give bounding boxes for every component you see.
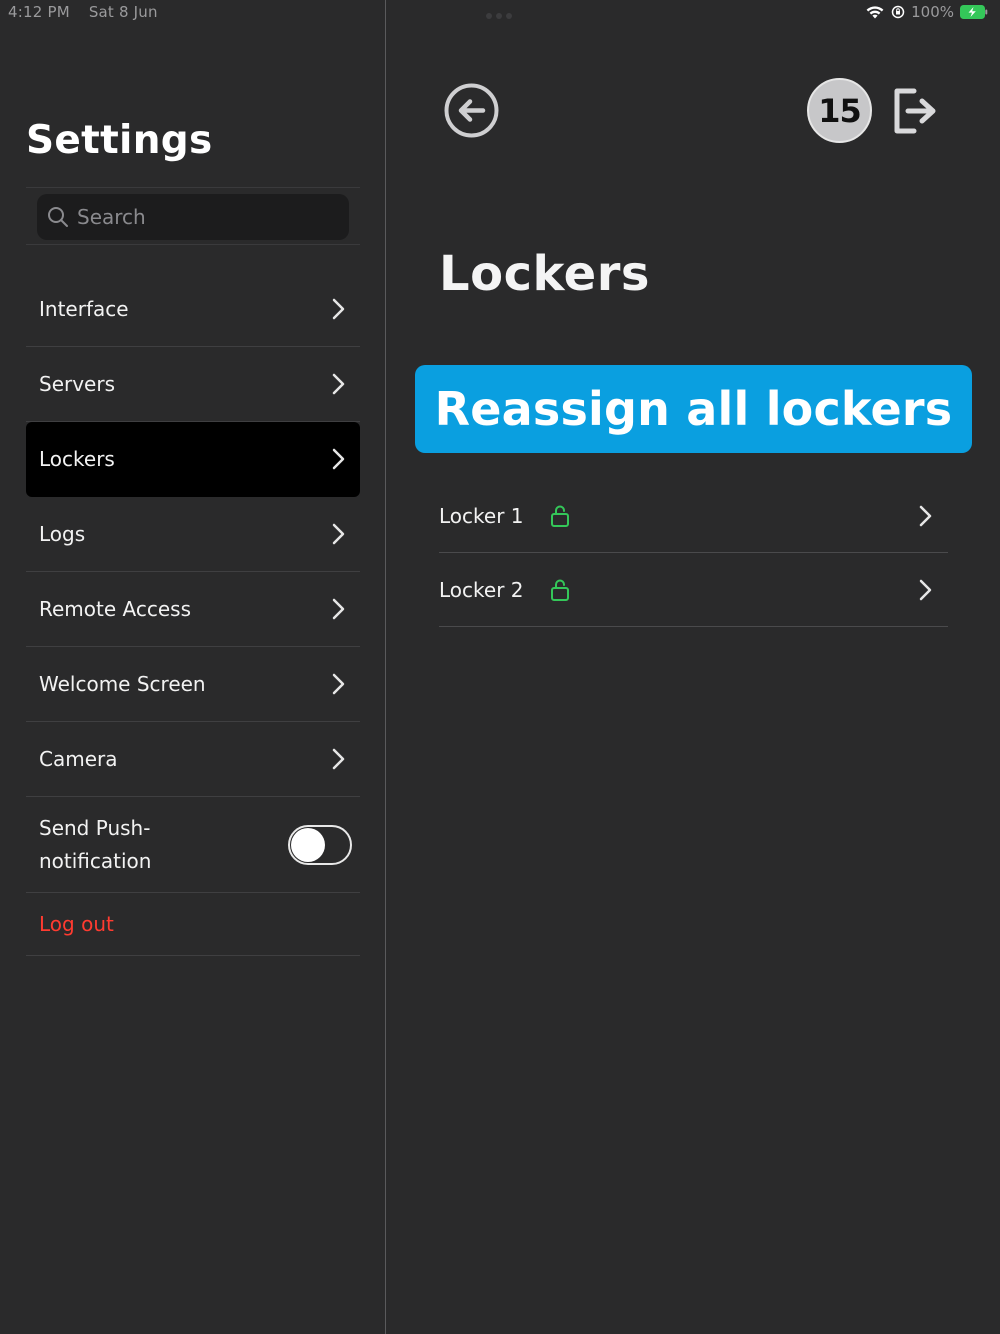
logout-item[interactable]: Log out (26, 893, 360, 956)
search-input[interactable] (77, 205, 337, 229)
sidebar-item-label: Welcome Screen (39, 672, 206, 696)
sidebar-item-label: Camera (39, 747, 118, 771)
back-arrow-icon[interactable] (443, 82, 500, 139)
search-field[interactable] (37, 194, 349, 240)
locker-name: Locker 2 (439, 577, 524, 602)
chevron-right-icon (332, 523, 345, 545)
locker-list: Locker 1 Locker 2 (439, 479, 948, 627)
status-bar-right: 100% (865, 3, 988, 21)
battery-charging-icon (960, 5, 988, 19)
sidebar-item-label: Logs (39, 522, 86, 546)
sidebar-item-label: Lockers (39, 447, 115, 471)
toggle-knob (291, 827, 325, 862)
sidebar-item-push-notification: Send Push-notification (26, 797, 360, 893)
push-notification-label: Send Push-notification (39, 815, 152, 873)
chevron-right-icon (332, 373, 345, 395)
reassign-all-lockers-button[interactable]: Reassign all lockers (415, 365, 972, 453)
locker-row-2[interactable]: Locker 2 (439, 553, 948, 627)
logout-icon[interactable] (890, 84, 940, 138)
push-notification-toggle[interactable] (288, 824, 352, 865)
logout-label: Log out (39, 912, 114, 936)
locker-name: Locker 1 (439, 503, 524, 528)
sidebar-item-interface[interactable]: Interface (26, 272, 360, 347)
sidebar-item-label: Servers (39, 372, 116, 396)
chevron-right-icon (919, 579, 932, 600)
sidebar-item-remote-access[interactable]: Remote Access (26, 572, 360, 647)
chevron-right-icon (332, 448, 345, 470)
multitasking-handle[interactable] (486, 13, 512, 19)
chevron-right-icon (919, 505, 932, 526)
chevron-right-icon (332, 298, 345, 320)
search-container (26, 187, 360, 245)
sidebar-item-camera[interactable]: Camera (26, 722, 360, 797)
app-screen: 4:12 PM Sat 8 Jun 100% Settings Search I… (0, 0, 1000, 1334)
sidebar-title: Settings (26, 118, 213, 163)
battery-percent: 100% (911, 3, 954, 21)
sidebar-item-servers[interactable]: Servers (26, 347, 360, 422)
search-icon (48, 207, 68, 227)
unlocked-icon (550, 505, 569, 527)
page-title: Lockers (439, 246, 650, 302)
sidebar-item-label: Interface (39, 297, 129, 321)
chevron-right-icon (332, 673, 345, 695)
sidebar-item-logs[interactable]: Logs (26, 497, 360, 572)
orientation-lock-icon (891, 5, 905, 19)
chevron-right-icon (332, 748, 345, 770)
sidebar-item-welcome-screen[interactable]: Welcome Screen (26, 647, 360, 722)
locker-row-1[interactable]: Locker 1 (439, 479, 948, 553)
unlocked-icon (550, 579, 569, 601)
chevron-right-icon (332, 598, 345, 620)
sidebar-item-lockers[interactable]: Lockers (26, 422, 360, 497)
wifi-icon (866, 5, 884, 18)
count-badge[interactable]: 15 (807, 78, 872, 143)
settings-sidebar: Settings Interface Servers Lockers (0, 0, 386, 1334)
sidebar-item-label: Remote Access (39, 597, 191, 621)
settings-menu: Interface Servers Lockers Logs Remote Ac… (26, 272, 360, 956)
